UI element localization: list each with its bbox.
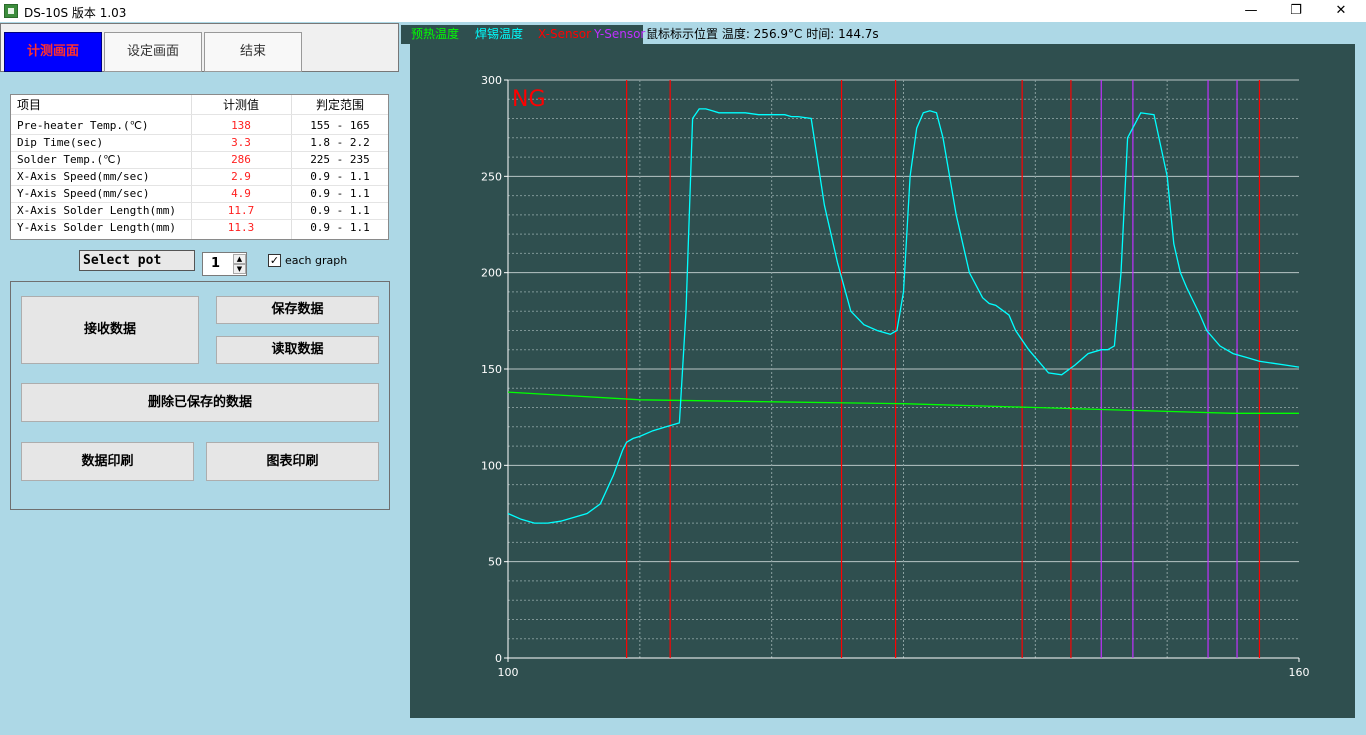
table-header: 项目 计测值 判定范围 — [11, 95, 388, 115]
y-tick-label: 250 — [481, 170, 502, 183]
table-row: X-Axis Speed(mm/sec) 2.9 0.9 - 1.1 — [11, 169, 388, 186]
save-data-button[interactable]: 保存数据 — [216, 296, 379, 324]
tab-measurement[interactable]: 计测画面 — [4, 32, 102, 72]
row-value: 3.3 — [231, 136, 251, 149]
row-value: 286 — [231, 153, 251, 166]
minimize-button[interactable]: — — [1228, 0, 1274, 22]
title-bar: DS-10S 版本 1.03 — ❐ ✕ — [0, 0, 1366, 22]
y-tick-label: 100 — [481, 459, 502, 472]
legend-solder: 焊锡温度 — [475, 27, 524, 41]
x-tick-label: 100 — [498, 666, 519, 679]
table-row: X-Axis Solder Length(mm) 11.7 0.9 - 1.1 — [11, 203, 388, 220]
delete-saved-data-button[interactable]: 删除已保存的数据 — [21, 383, 379, 422]
action-group: 接收数据 保存数据 读取数据 删除已保存的数据 数据印刷 图表印刷 — [10, 281, 390, 510]
each-graph-label: each graph — [285, 254, 348, 267]
row-value: 4.9 — [231, 187, 251, 200]
header-value: 计测值 — [222, 98, 259, 112]
spin-down-icon[interactable]: ▼ — [233, 264, 246, 274]
row-value: 2.9 — [231, 170, 251, 183]
row-item: Dip Time(sec) — [17, 136, 104, 149]
row-range: 0.9 - 1.1 — [310, 221, 370, 234]
x-tick-label: 160 — [1289, 666, 1310, 679]
chart-panel[interactable]: 0 50 100 150 200 250 300 100 160 NG — [410, 44, 1355, 718]
row-range: 1.8 - 2.2 — [310, 136, 370, 149]
legend-x-sensor: X-Sensor — [538, 27, 592, 41]
header-item: 项目 — [17, 98, 42, 112]
receive-data-button[interactable]: 接收数据 — [21, 296, 199, 364]
row-value: 11.7 — [227, 204, 255, 217]
row-range: 225 - 235 — [310, 153, 370, 166]
tab-exit[interactable]: 结束 — [204, 32, 302, 72]
measurement-table: 项目 计测值 判定范围 Pre-heater Temp.(℃) 138 155 … — [10, 94, 389, 240]
app-icon — [4, 4, 18, 18]
row-item: X-Axis Speed(mm/sec) — [17, 170, 150, 183]
table-row: Pre-heater Temp.(℃) 138 155 - 165 — [11, 118, 388, 135]
row-item: Pre-heater Temp.(℃) — [17, 119, 149, 132]
row-range: 0.9 - 1.1 — [310, 170, 370, 183]
row-range: 0.9 - 1.1 — [310, 204, 370, 217]
spin-up-icon[interactable]: ▲ — [233, 254, 246, 264]
legend-preheat: 预热温度 — [411, 27, 460, 41]
row-value: 11.3 — [227, 221, 255, 234]
print-chart-button[interactable]: 图表印刷 — [206, 442, 379, 481]
header-range: 判定范围 — [315, 98, 364, 112]
restore-button[interactable]: ❐ — [1273, 0, 1319, 22]
row-item: Y-Axis Solder Length(mm) — [17, 221, 176, 234]
table-row: Solder Temp.(℃) 286 225 - 235 — [11, 152, 388, 169]
ng-status-label: NG — [512, 87, 546, 112]
table-row: Dip Time(sec) 3.3 1.8 - 2.2 — [11, 135, 388, 152]
table-row: Y-Axis Solder Length(mm) 11.3 0.9 - 1.1 — [11, 220, 388, 237]
y-tick-label: 0 — [495, 652, 502, 665]
y-tick-label: 150 — [481, 363, 502, 376]
mouse-position-readout: 鼠标标示位置 温度: 256.9°C 时间: 144.7s — [646, 27, 879, 41]
legend-y-sensor: Y-Sensor — [594, 27, 646, 41]
row-range: 0.9 - 1.1 — [310, 187, 370, 200]
pot-value[interactable]: 1 — [211, 256, 220, 271]
print-data-button[interactable]: 数据印刷 — [21, 442, 194, 481]
tab-strip: 计测画面 设定画面 结束 — [0, 23, 399, 72]
read-data-button[interactable]: 读取数据 — [216, 336, 379, 364]
tab-settings[interactable]: 设定画面 — [104, 32, 202, 72]
each-graph-checkbox[interactable]: ✓ — [268, 254, 281, 267]
window-title: DS-10S 版本 1.03 — [24, 6, 127, 20]
y-tick-label: 300 — [481, 74, 502, 87]
row-value: 138 — [231, 119, 251, 132]
y-tick-label: 200 — [481, 267, 502, 280]
row-item: Solder Temp.(℃) — [17, 153, 123, 166]
close-button[interactable]: ✕ — [1318, 0, 1364, 22]
y-tick-label: 50 — [488, 556, 502, 569]
temperature-chart[interactable]: 0 50 100 150 200 250 300 100 160 NG — [410, 44, 1355, 718]
row-item: X-Axis Solder Length(mm) — [17, 204, 176, 217]
pot-stepper[interactable]: 1 ▲ ▼ — [202, 252, 247, 276]
select-pot-label: Select pot — [79, 250, 195, 271]
row-item: Y-Axis Speed(mm/sec) — [17, 187, 150, 200]
row-range: 155 - 165 — [310, 119, 370, 132]
table-row: Y-Axis Speed(mm/sec) 4.9 0.9 - 1.1 — [11, 186, 388, 203]
